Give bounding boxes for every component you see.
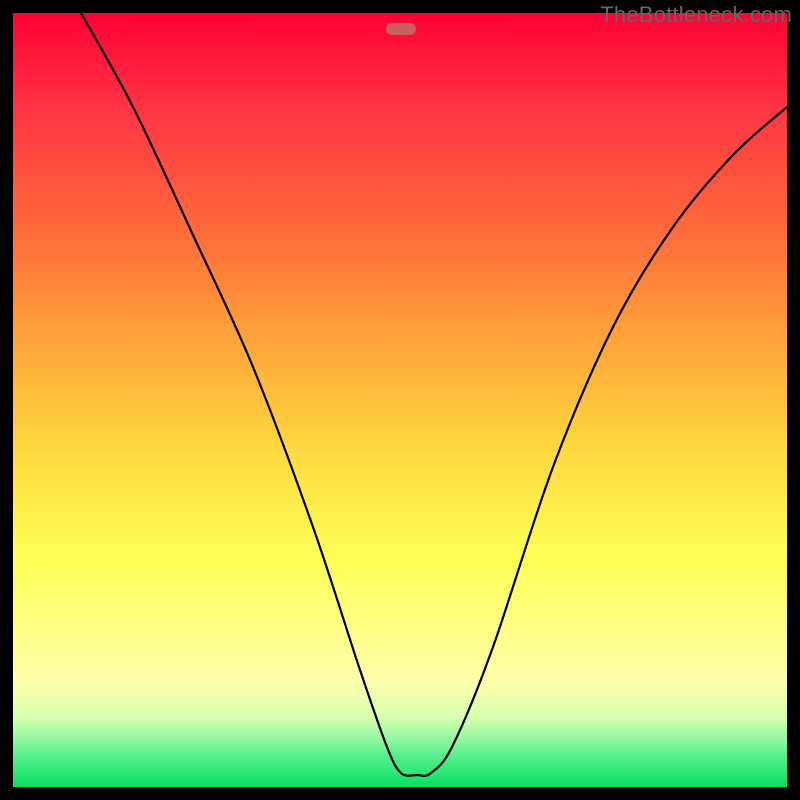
chart-frame: TheBottleneck.com [0,0,800,800]
watermark-label: TheBottleneck.com [600,2,792,28]
bottleneck-curve [13,13,787,787]
plot-area [13,13,787,787]
bottleneck-marker [386,23,416,35]
